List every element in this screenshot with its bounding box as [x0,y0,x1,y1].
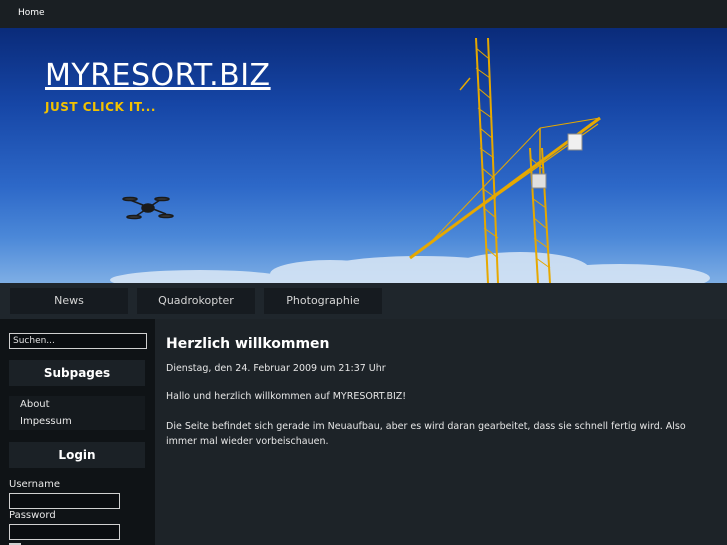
nav-item-quadrokopter[interactable]: Quadrokopter [137,288,255,314]
username-label: Username [9,479,60,490]
site-title[interactable]: MYRESORT.BIZ [45,58,271,93]
subpages-heading: Subpages [9,360,145,386]
sidebar: Subpages About Impessum Login Username P… [0,319,155,545]
article-paragraph: Hallo und herzlich willkommen auf MYRESO… [166,391,407,402]
quadcopter-drone-icon [122,196,174,220]
site-slogan: JUST CLICK IT... [45,100,156,114]
nav-item-photographie[interactable]: Photographie [264,288,382,314]
article-date: Dienstag, den 24. Februar 2009 um 21:37 … [166,363,386,374]
sidebar-item-about[interactable]: About [9,396,145,413]
top-bar: Home [0,0,727,28]
password-label: Password [9,510,56,521]
home-link[interactable]: Home [18,8,45,18]
sidebar-item-impessum[interactable]: Impessum [9,413,145,430]
search-input[interactable] [9,333,147,349]
article-title: Herzlich willkommen [166,336,330,352]
username-field[interactable] [9,493,120,509]
crane-tall-image [459,37,499,283]
main-content: Herzlich willkommen Dienstag, den 24. Fe… [155,319,727,545]
password-field[interactable] [9,524,120,540]
login-heading: Login [9,442,145,468]
header-banner: MYRESORT.BIZ JUST CLICK IT... [0,28,727,283]
main-navigation: News Quadrokopter Photographie [0,283,727,319]
article-paragraph: Die Seite befindet sich gerade im Neuauf… [166,421,686,447]
nav-item-news[interactable]: News [10,288,128,314]
